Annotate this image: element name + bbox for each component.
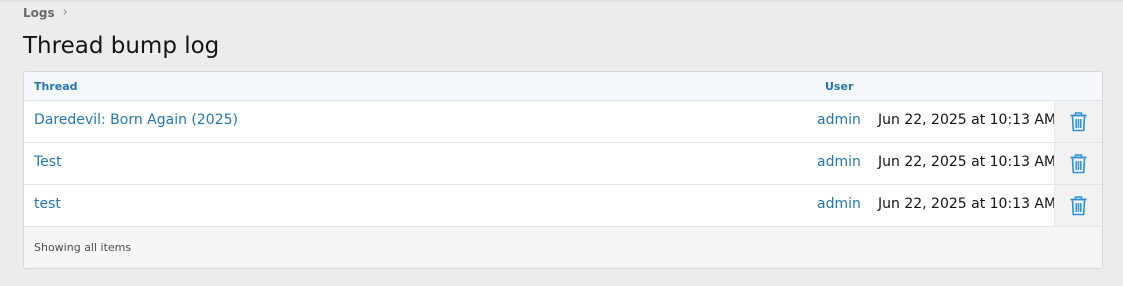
bump-date: Jun 22, 2025 at 10:13 AM <box>878 112 1057 128</box>
column-header-thread[interactable]: Thread <box>34 80 78 93</box>
user-link[interactable]: admin <box>817 196 861 212</box>
bump-date: Jun 22, 2025 at 10:13 AM <box>878 154 1057 170</box>
breadcrumb: Logs › <box>23 5 68 20</box>
thread-link[interactable]: Test <box>34 154 62 170</box>
table-row: Test admin Jun 22, 2025 at 10:13 AM <box>24 143 1102 185</box>
table-footer: Showing all items <box>24 227 1102 268</box>
thread-link[interactable]: test <box>34 196 61 212</box>
thread-link[interactable]: Daredevil: Born Again (2025) <box>34 112 238 128</box>
trash-icon <box>1070 153 1087 173</box>
top-shadow <box>0 0 1123 3</box>
chevron-right-icon: › <box>62 5 68 20</box>
bump-date: Jun 22, 2025 at 10:13 AM <box>878 196 1057 212</box>
column-header-user[interactable]: User <box>825 80 853 93</box>
trash-icon <box>1070 111 1087 131</box>
user-link[interactable]: admin <box>817 154 861 170</box>
table-header: Thread User <box>24 72 1102 101</box>
page-title: Thread bump log <box>23 33 220 59</box>
pagination-status: Showing all items <box>34 241 132 254</box>
table-row: test admin Jun 22, 2025 at 10:13 AM <box>24 185 1102 227</box>
bump-log-table: Thread User Daredevil: Born Again (2025)… <box>23 71 1103 269</box>
table-row: Daredevil: Born Again (2025) admin Jun 2… <box>24 101 1102 143</box>
breadcrumb-link-logs[interactable]: Logs <box>23 6 55 20</box>
delete-button[interactable] <box>1054 185 1102 226</box>
delete-button[interactable] <box>1054 101 1102 142</box>
delete-button[interactable] <box>1054 143 1102 184</box>
user-link[interactable]: admin <box>817 112 861 128</box>
page: Logs › Thread bump log Thread User Dared… <box>0 0 1123 286</box>
trash-icon <box>1070 195 1087 215</box>
